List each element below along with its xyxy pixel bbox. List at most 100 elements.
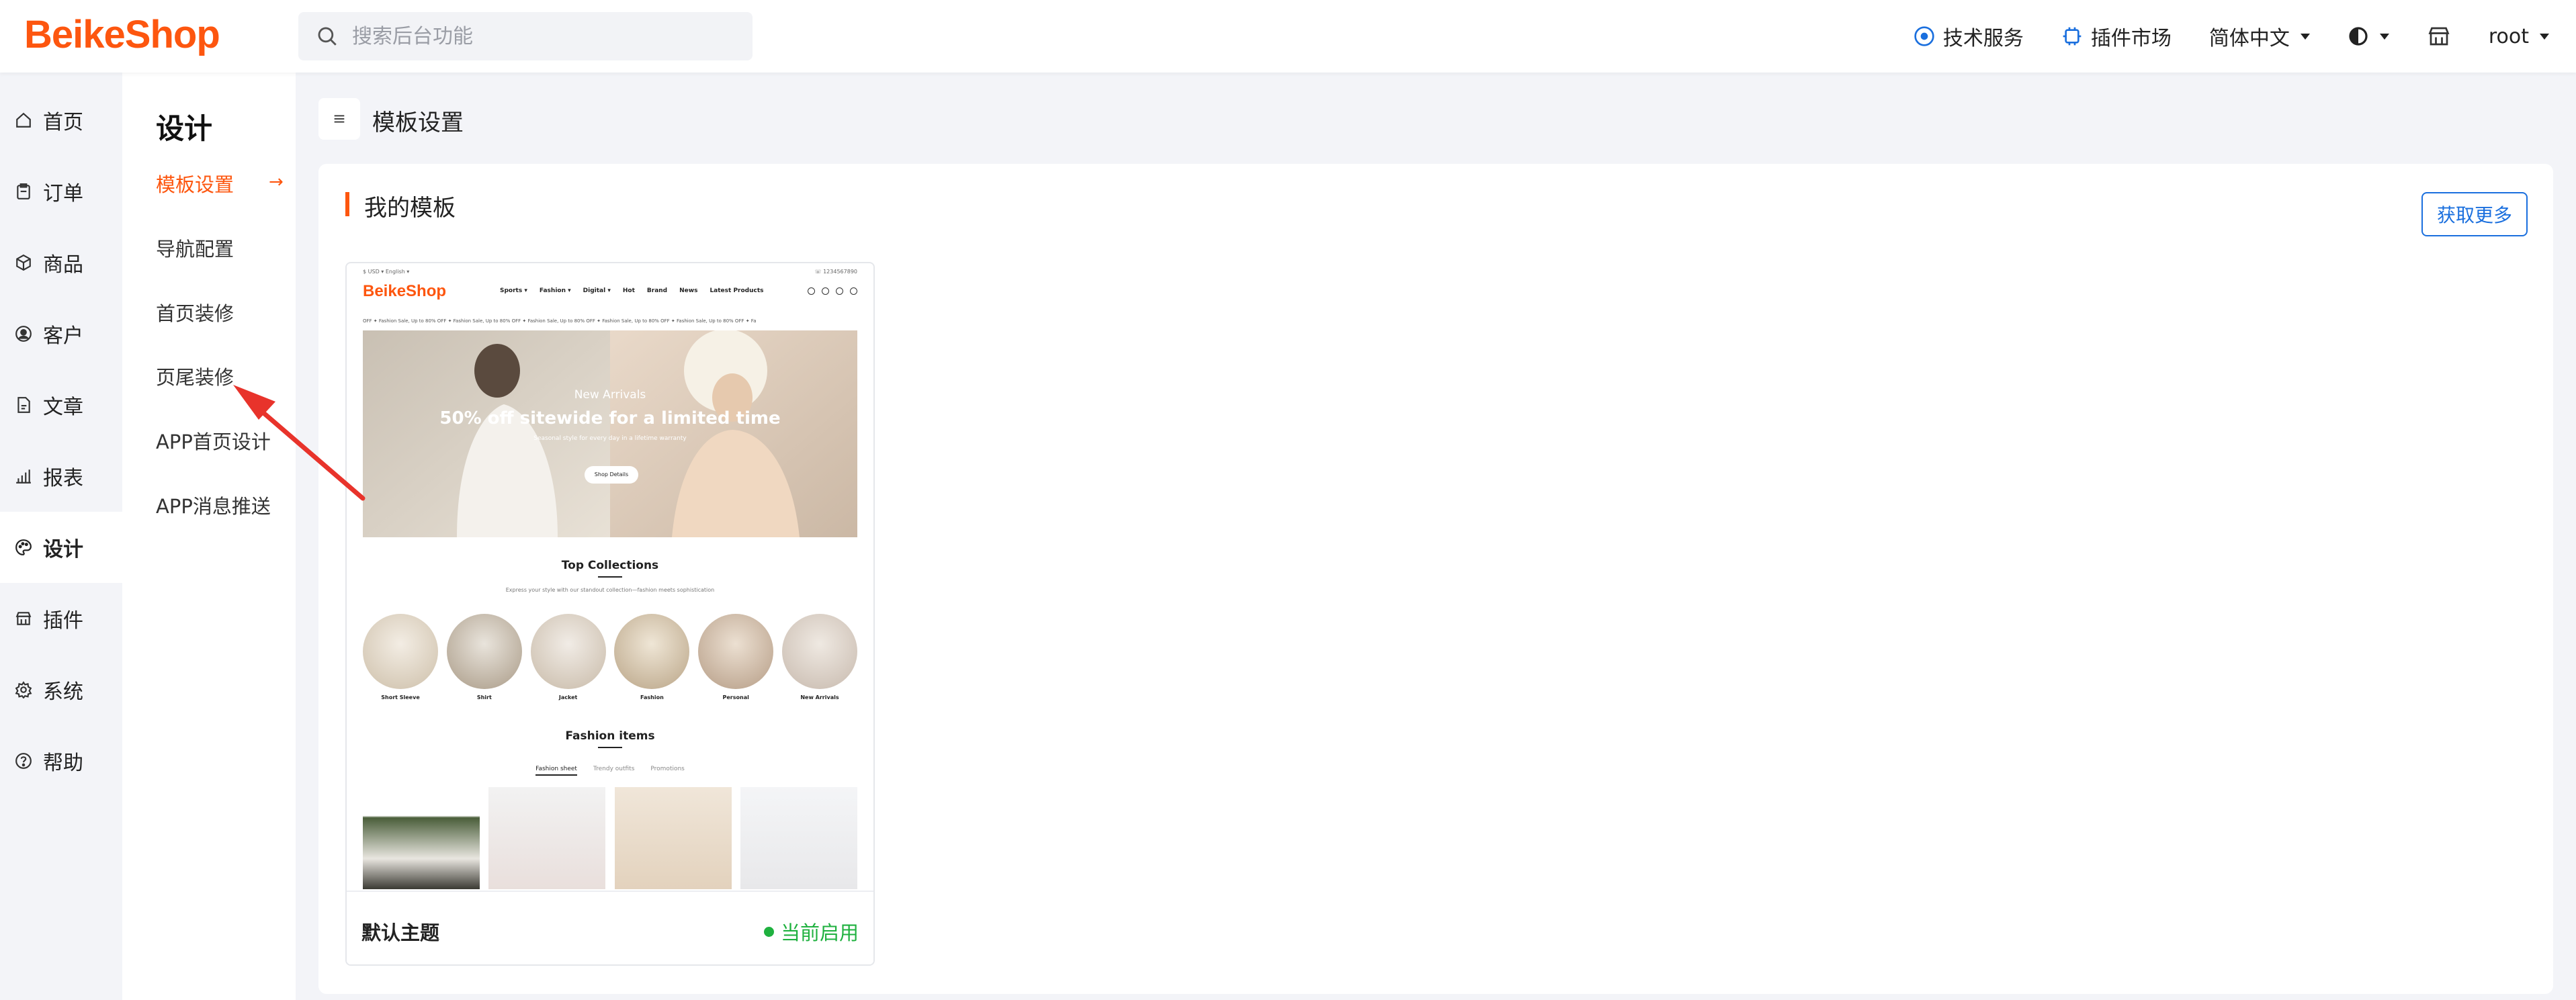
fashion-tab: Fashion sheet — [535, 766, 577, 776]
preview-nav-item: News — [679, 287, 698, 294]
status-dot — [763, 926, 774, 937]
theme-toggle-dropdown[interactable] — [2348, 26, 2389, 47]
language-label: 简体中文 — [2208, 27, 2290, 50]
hero-button: Shop Details — [585, 466, 638, 484]
sidebar-item-design[interactable]: 设计 — [0, 512, 122, 583]
sidebar-item-products[interactable]: 商品 — [0, 227, 122, 298]
preview-nav-item: Fashion ▾ — [539, 287, 571, 294]
secondary-sidebar: 设计 模板设置 → 导航配置 首页装修 页尾装修 APP首页设计 APP消息推送 — [122, 73, 296, 1000]
template-card: 我的模板 获取更多 $ USD ▾ English ▾ ☏ 1234567890… — [318, 164, 2553, 994]
arrow-right-icon: → — [269, 172, 284, 192]
preview-nav-item: Hot — [622, 287, 635, 294]
brand-logo[interactable]: BeikeShop — [24, 12, 220, 57]
tech-service-link[interactable]: 技术服务 — [1914, 21, 2024, 51]
plugin-market-label: 插件市场 — [2090, 27, 2172, 50]
sidebar-item-articles[interactable]: 文章 — [0, 369, 122, 441]
fashion-tabs: Fashion sheet Trendy outfits Promotions — [347, 766, 873, 776]
sidebar-item-label: 报表 — [43, 467, 83, 490]
theme-name: 默认主题 — [361, 921, 440, 944]
subnav-item-template-settings[interactable]: 模板设置 — [156, 169, 234, 197]
card-title: 我的模板 — [364, 195, 456, 222]
hero-photo — [363, 330, 857, 537]
language-dropdown[interactable]: 简体中文 — [2209, 21, 2310, 51]
preview-ticker: OFF ✦ Fashion Sale, Up to 80% OFF ✦ Fash… — [363, 318, 757, 324]
search-icon — [318, 27, 337, 46]
document-icon — [17, 397, 30, 413]
subnav-item-app-push[interactable]: APP消息推送 — [156, 491, 271, 519]
fashion-items-title: Fashion items — [565, 729, 655, 743]
collection-item: Personal — [698, 614, 774, 700]
plugin-market-link[interactable]: 插件市场 — [2061, 21, 2172, 51]
hero-kicker: New Arrivals — [574, 388, 646, 402]
preview-nav: Sports ▾ Fashion ▾ Digital ▾ Hot Brand N… — [500, 287, 764, 294]
sidebar-item-customers[interactable]: 客户 — [0, 298, 122, 369]
plugin-icon — [2063, 27, 2081, 46]
box-icon — [16, 254, 31, 271]
sidebar-item-orders[interactable]: 订单 — [0, 156, 122, 227]
sidebar-item-label: 订单 — [43, 182, 83, 206]
preview-nav-item: Sports ▾ — [500, 287, 527, 294]
fashion-items-underline — [598, 747, 622, 748]
sidebar-item-home[interactable]: 首页 — [0, 85, 122, 156]
sidebar-item-label: 插件 — [43, 609, 83, 633]
preview-hero-banner: New Arrivals 50% off sitewide for a limi… — [363, 330, 857, 537]
support-icon — [1914, 26, 1934, 46]
user-name: root — [2488, 24, 2529, 48]
fashion-tab: Trendy outfits — [593, 766, 635, 772]
collections-title: Top Collections — [561, 559, 659, 572]
subnav-item-app-home-design[interactable]: APP首页设计 — [156, 426, 271, 455]
preview-nav-item: Latest Products — [710, 287, 764, 294]
search-input[interactable] — [352, 24, 728, 48]
fashion-product-grid — [363, 787, 857, 889]
sidebar-item-label: 商品 — [43, 253, 83, 277]
storefront-link[interactable] — [2427, 24, 2451, 48]
chevron-down-icon — [2540, 33, 2549, 40]
hero-subtitle: Seasonal style for every day in a lifeti… — [533, 435, 687, 442]
preview-logo: BeikeShop — [363, 282, 447, 300]
contrast-icon — [2349, 27, 2368, 46]
fashion-tab: Promotions — [650, 766, 685, 772]
chevron-down-icon — [2300, 33, 2310, 40]
subnav-item-home-decor[interactable]: 首页装修 — [156, 298, 234, 326]
help-icon — [15, 753, 32, 769]
collection-item: Shirt — [446, 614, 522, 700]
page-title: 模板设置 — [372, 109, 464, 136]
collection-item: Short Sleeve — [363, 614, 438, 700]
subnav-item-footer-decor[interactable]: 页尾装修 — [156, 362, 234, 390]
rail-spacer — [0, 73, 122, 85]
sidebar-item-system[interactable]: 系统 — [0, 654, 122, 725]
product-thumb — [614, 787, 732, 889]
sidebar-item-reports[interactable]: 报表 — [0, 441, 122, 512]
bar-chart-icon — [16, 469, 31, 484]
user-menu[interactable]: root — [2489, 25, 2549, 48]
sidebar-item-label: 首页 — [43, 111, 83, 134]
sidebar-item-label: 设计 — [43, 538, 83, 561]
get-more-button[interactable]: 获取更多 — [2421, 192, 2528, 236]
home-icon — [16, 112, 31, 128]
theme-tile[interactable]: $ USD ▾ English ▾ ☏ 1234567890 BeikeShop… — [345, 262, 875, 966]
gear-icon — [15, 681, 32, 698]
collection-item: Jacket — [530, 614, 606, 700]
collections-list: Short Sleeve Shirt Jacket Fashion Person… — [363, 614, 857, 700]
user-circle-icon — [15, 326, 32, 342]
product-thumb — [363, 787, 480, 889]
top-header: BeikeShop 技术服务 插件市场 简体中文 root — [0, 0, 2576, 73]
sidebar-item-label: 系统 — [43, 680, 83, 704]
subnav-title: 设计 — [156, 112, 213, 145]
subnav-item-nav-config[interactable]: 导航配置 — [156, 234, 234, 262]
sidebar-item-label: 帮助 — [43, 752, 83, 775]
theme-preview-image[interactable]: $ USD ▾ English ▾ ☏ 1234567890 BeikeShop… — [347, 263, 873, 889]
preview-phone: ☏ 1234567890 — [814, 269, 857, 275]
sidebar-toggle-button[interactable] — [318, 98, 360, 140]
preview-nav-item: Brand — [646, 287, 668, 294]
collection-item: New Arrivals — [781, 614, 857, 700]
store-icon — [15, 612, 32, 625]
sidebar-item-plugins[interactable]: 插件 — [0, 583, 122, 654]
preview-currency: $ USD ▾ English ▾ — [363, 269, 410, 275]
theme-status-badge: 当前启用 — [763, 917, 859, 946]
search-box[interactable] — [298, 12, 753, 60]
sidebar-item-label: 文章 — [43, 396, 83, 419]
collections-underline — [598, 576, 622, 578]
theme-status-label: 当前启用 — [780, 921, 859, 944]
sidebar-item-help[interactable]: 帮助 — [0, 725, 122, 797]
